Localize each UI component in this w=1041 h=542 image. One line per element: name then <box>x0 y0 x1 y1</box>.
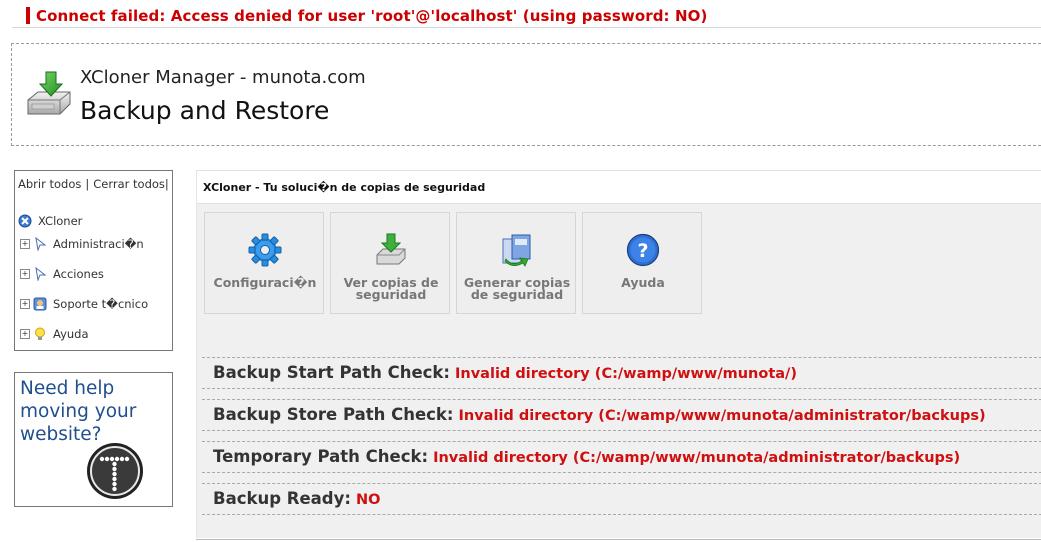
check-row: Backup Start Path Check: Invalid director… <box>213 363 797 382</box>
check-value: Invalid directory (C:/wamp/www/munota/ad… <box>458 408 986 424</box>
page-title: Backup and Restore <box>80 96 330 125</box>
tile-label: Configuraci�n <box>205 275 325 290</box>
question-icon: ? <box>626 233 660 267</box>
tile-label-line2: seguridad <box>355 287 427 302</box>
check-label: Backup Start Path Check: <box>213 363 451 382</box>
main-panel: XCloner - Tu soluci�n de copias de segur… <box>196 170 1041 538</box>
tile-label-line1: Configuraci�n <box>213 275 317 290</box>
help-ad-box[interactable]: Need help moving your website? <box>14 372 173 507</box>
tile-ayuda[interactable]: ? Ayuda <box>582 212 702 314</box>
error-banner: Connect failed: Access denied for user '… <box>12 6 1041 28</box>
gear-icon <box>248 233 282 267</box>
check-value: Invalid directory (C:/wamp/www/munota/) <box>455 366 797 382</box>
lightbulb-icon <box>35 327 45 340</box>
tree-item-label: Soporte t�cnico <box>53 297 149 311</box>
tree-item-label: Ayuda <box>53 327 89 341</box>
tree-root-label: XCloner <box>38 214 83 228</box>
check-value: Invalid directory (C:/wamp/www/munota/ad… <box>433 450 961 466</box>
check-label: Temporary Path Check: <box>213 447 429 466</box>
tree-item-ayuda[interactable]: + Ayuda <box>20 327 89 341</box>
t-logo-icon[interactable] <box>86 442 144 500</box>
page-header: XCloner Manager - munota.com Backup and … <box>11 43 1041 146</box>
check-backup-store-path: Backup Store Path Check: Invalid director… <box>202 399 1041 431</box>
tile-label: Ver copias de seguridad <box>331 276 451 302</box>
check-temporary-path: Temporary Path Check: Invalid directory (… <box>202 441 1041 473</box>
tile-label: Generar copias de seguridad <box>457 276 577 302</box>
header-subtitle: XCloner Manager - munota.com <box>80 67 366 88</box>
expand-icon[interactable]: + <box>20 299 30 309</box>
error-message: Connect failed: Access denied for user '… <box>36 7 708 25</box>
svg-text:?: ? <box>637 240 648 262</box>
pointer-icon <box>35 267 47 281</box>
error-marker <box>26 7 30 24</box>
check-label: Backup Ready: <box>213 489 351 508</box>
download-drive-icon <box>27 71 71 115</box>
expand-icon[interactable]: + <box>20 269 30 279</box>
link-separator: | <box>85 177 90 191</box>
generate-backup-icon <box>502 234 531 267</box>
check-label: Backup Store Path Check: <box>213 405 454 424</box>
tile-label-line1: Ayuda <box>621 275 665 290</box>
expand-icon[interactable]: + <box>20 239 30 249</box>
tree-item-label: Acciones <box>53 267 104 281</box>
pointer-icon <box>35 237 47 251</box>
check-row: Temporary Path Check: Invalid directory (… <box>213 447 960 466</box>
tile-configuracion[interactable]: Configuraci�n <box>204 212 324 314</box>
check-backup-ready: Backup Ready: NO <box>202 483 1041 515</box>
tree-root-xcloner[interactable]: XCloner <box>18 214 82 228</box>
bottom-divider <box>196 539 1041 540</box>
check-value: NO <box>355 492 381 508</box>
check-backup-start-path: Backup Start Path Check: Invalid director… <box>202 357 1041 389</box>
support-icon <box>33 297 47 311</box>
xcloner-icon <box>18 214 32 228</box>
tile-generar-copias[interactable]: Generar copias de seguridad <box>456 212 576 314</box>
tree-toggle-links: Abrir todos | Cerrar todos| <box>18 177 169 191</box>
download-icon <box>376 233 406 265</box>
tree-item-label: Administraci�n <box>53 237 144 251</box>
trailing-separator: | <box>164 177 169 191</box>
tile-label: Ayuda <box>583 275 703 290</box>
panel-heading: XCloner - Tu soluci�n de copias de segur… <box>197 171 1041 204</box>
tree-item-soporte[interactable]: + Soporte t�cnico <box>20 297 148 311</box>
check-row: Backup Ready: NO <box>213 489 380 508</box>
expand-icon[interactable]: + <box>20 329 30 339</box>
tree-item-acciones[interactable]: + Acciones <box>20 267 104 281</box>
navigation-tree: Abrir todos | Cerrar todos| XCloner + Admi… <box>14 170 173 351</box>
panel-heading-text: XCloner - Tu soluci�n de copias de segur… <box>203 181 486 194</box>
close-all-link[interactable]: Cerrar todos <box>93 177 165 191</box>
tile-ver-copias[interactable]: Ver copias de seguridad <box>330 212 450 314</box>
open-all-link[interactable]: Abrir todos <box>18 177 81 191</box>
check-row: Backup Store Path Check: Invalid director… <box>213 405 986 424</box>
tile-label-line2: de seguridad <box>470 287 564 302</box>
tree-item-administracion[interactable]: + Administraci�n <box>20 237 144 251</box>
help-text: Need help moving your website? <box>20 378 137 445</box>
